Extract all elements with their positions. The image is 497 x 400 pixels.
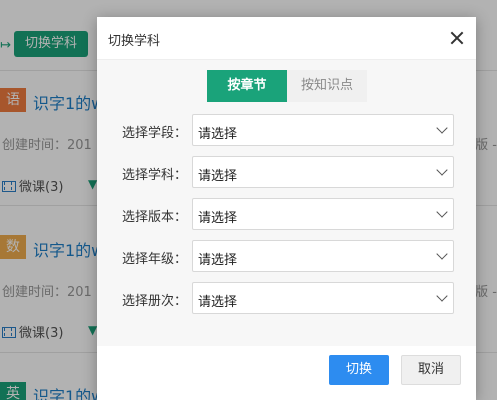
chevron-down-icon: [436, 290, 448, 302]
volume-row: 选择册次： 请选择: [97, 282, 476, 314]
switch-subject-dialog: 切换学科 按章节 按知识点 选择学段： 请选择 选择学科： 请选择 选择版本： …: [97, 17, 476, 400]
volume-label: 选择册次：: [122, 294, 188, 309]
edition-row: 选择版本： 请选择: [97, 198, 476, 230]
volume-value: 请选择: [198, 295, 238, 310]
chevron-down-icon: [436, 248, 448, 260]
stage-select[interactable]: 请选择: [192, 114, 454, 146]
volume-select[interactable]: 请选择: [192, 282, 454, 314]
chevron-down-icon: [436, 122, 448, 134]
subject-select[interactable]: 请选择: [192, 156, 454, 188]
dialog-header: 切换学科: [97, 17, 476, 60]
grade-value: 请选择: [198, 253, 238, 268]
subject-value: 请选择: [198, 169, 238, 184]
stage-value: 请选择: [198, 127, 238, 142]
grade-select[interactable]: 请选择: [192, 240, 454, 272]
grade-row: 选择年级： 请选择: [97, 240, 476, 272]
cancel-button[interactable]: 取消: [401, 355, 461, 385]
edition-value: 请选择: [198, 211, 238, 226]
stage-label: 选择学段：: [122, 126, 188, 141]
edition-label: 选择版本：: [122, 210, 188, 225]
subject-label: 选择学科：: [122, 168, 188, 183]
dialog-body: 按章节 按知识点 选择学段： 请选择 选择学科： 请选择 选择版本： 请选择 选…: [97, 60, 476, 346]
dialog-footer: 切换 取消: [97, 346, 476, 400]
stage-row: 选择学段： 请选择: [97, 114, 476, 146]
close-icon[interactable]: [450, 31, 464, 45]
confirm-switch-button[interactable]: 切换: [329, 355, 389, 385]
subject-row: 选择学科： 请选择: [97, 156, 476, 188]
chevron-down-icon: [436, 164, 448, 176]
dialog-title: 切换学科: [108, 34, 161, 49]
edition-select[interactable]: 请选择: [192, 198, 454, 230]
tab-by-knowledge-point[interactable]: 按知识点: [287, 70, 367, 102]
mode-tabs: 按章节 按知识点: [207, 70, 367, 102]
tab-by-chapter[interactable]: 按章节: [207, 70, 287, 102]
chevron-down-icon: [436, 206, 448, 218]
grade-label: 选择年级：: [122, 252, 188, 267]
